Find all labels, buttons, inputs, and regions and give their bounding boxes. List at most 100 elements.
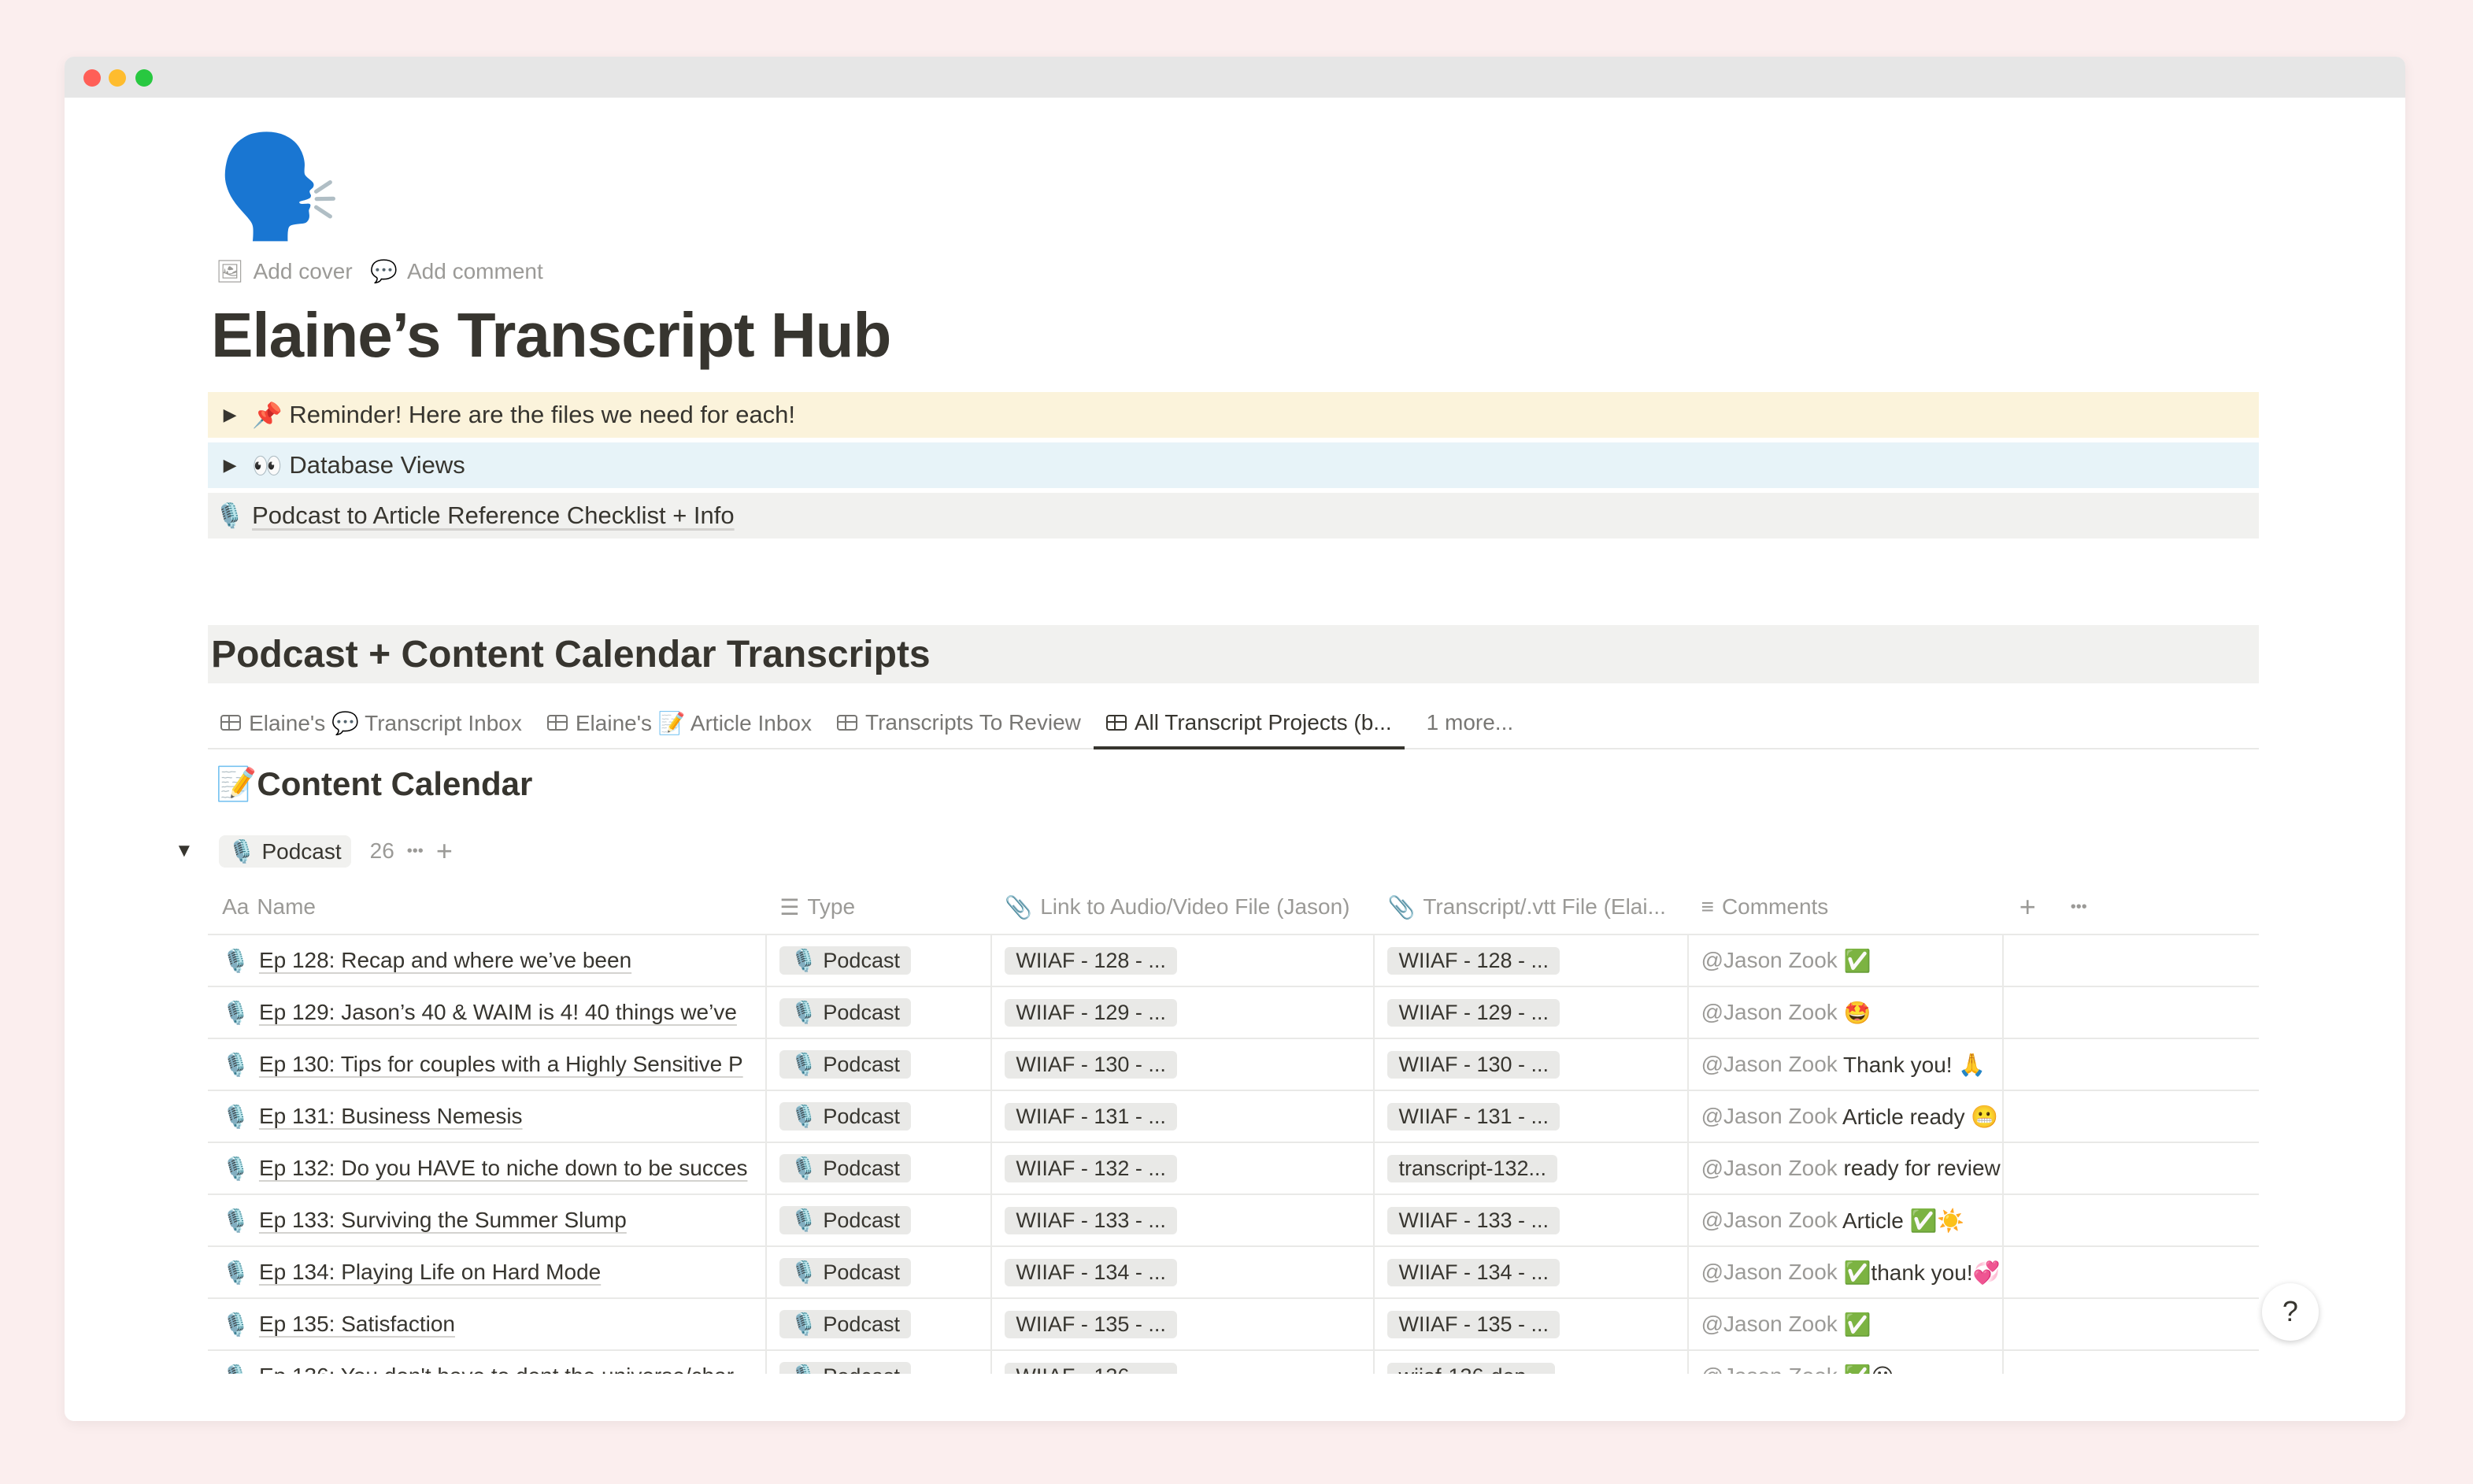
type-cell[interactable]: 🎙️ Podcast: [767, 1351, 992, 1373]
tab-all-transcript-projects[interactable]: All Transcript Projects (b...: [1094, 698, 1405, 748]
mention[interactable]: @Jason Zook: [1701, 1312, 1838, 1337]
file-chip[interactable]: WIIAF - 129 - ...: [1005, 999, 1177, 1027]
type-cell[interactable]: 🎙️ Podcast: [767, 987, 992, 1038]
tab-article-inbox[interactable]: Elaine's 📝 Article Inbox: [535, 698, 824, 748]
file-chip[interactable]: WIIAF - 136 - ...: [1005, 1363, 1177, 1374]
name-cell[interactable]: 🎙️Ep 131: Business Nemesis: [208, 1091, 767, 1142]
mention[interactable]: @Jason Zook: [1701, 1000, 1838, 1025]
row-name[interactable]: Ep 131: Business Nemesis: [259, 1104, 523, 1129]
file-chip[interactable]: WIIAF - 133 - ...: [1005, 1207, 1177, 1234]
audio-link-cell[interactable]: WIIAF - 130 - ...: [992, 1039, 1375, 1090]
file-chip[interactable]: WIIAF - 128 - ...: [1005, 947, 1177, 975]
file-chip[interactable]: WIIAF - 131 - ...: [1005, 1103, 1177, 1131]
row-name[interactable]: Ep 129: Jason’s 40 & WAIM is 4! 40 thing…: [259, 1000, 737, 1025]
group-label[interactable]: 🎙️ Podcast: [219, 835, 351, 868]
mention[interactable]: @Jason Zook: [1701, 1260, 1838, 1285]
file-chip[interactable]: WIIAF - 128 - ...: [1387, 947, 1560, 975]
type-cell[interactable]: 🎙️ Podcast: [767, 1299, 992, 1349]
toggle-triangle-icon[interactable]: ▶: [208, 405, 252, 425]
comments-cell[interactable]: @Jason Zook ready for review: [1689, 1143, 2004, 1193]
row-name[interactable]: Ep 130: Tips for couples with a Highly S…: [259, 1052, 743, 1077]
row-name[interactable]: Ep 132: Do you HAVE to niche down to be …: [259, 1156, 748, 1181]
add-comment-button[interactable]: 💬Add comment: [370, 258, 543, 284]
add-cover-button[interactable]: 🖼Add cover: [216, 258, 353, 284]
transcript-file-cell[interactable]: WIIAF - 131 - ...: [1375, 1091, 1688, 1142]
table-row[interactable]: 🎙️Ep 129: Jason’s 40 & WAIM is 4! 40 thi…: [208, 987, 2259, 1039]
mention[interactable]: @Jason Zook: [1701, 948, 1838, 973]
add-column-button[interactable]: +: [2019, 890, 2036, 923]
toggle-triangle-icon[interactable]: ▶: [208, 455, 252, 476]
column-more-button[interactable]: •••: [2071, 898, 2087, 916]
name-cell[interactable]: 🎙️Ep 136: You don't have to dent the uni…: [208, 1351, 767, 1373]
minimize-window-button[interactable]: [109, 69, 126, 87]
table-row[interactable]: 🎙️Ep 133: Surviving the Summer Slump 🎙️ …: [208, 1195, 2259, 1247]
mention[interactable]: @Jason Zook: [1701, 1156, 1838, 1181]
transcript-file-cell[interactable]: WIIAF - 135 - ...: [1375, 1299, 1688, 1349]
audio-link-cell[interactable]: WIIAF - 134 - ...: [992, 1247, 1375, 1297]
type-cell[interactable]: 🎙️ Podcast: [767, 1039, 992, 1090]
row-name[interactable]: Ep 135: Satisfaction: [259, 1312, 455, 1337]
audio-link-cell[interactable]: WIIAF - 133 - ...: [992, 1195, 1375, 1245]
table-row[interactable]: 🎙️Ep 132: Do you HAVE to niche down to b…: [208, 1143, 2259, 1195]
comments-cell[interactable]: @Jason Zook ✅thank you!💞: [1689, 1247, 2004, 1297]
file-chip[interactable]: WIIAF - 131 - ...: [1387, 1103, 1560, 1131]
mention[interactable]: @Jason Zook: [1701, 1208, 1838, 1233]
group-more-button[interactable]: •••: [407, 842, 424, 860]
row-name[interactable]: Ep 134: Playing Life on Hard Mode: [259, 1260, 601, 1285]
file-chip[interactable]: WIIAF - 130 - ...: [1387, 1051, 1560, 1079]
comments-cell[interactable]: @Jason Zook Article ✅☀️: [1689, 1195, 2004, 1245]
audio-link-cell[interactable]: WIIAF - 129 - ...: [992, 987, 1375, 1038]
tab-more[interactable]: 1 more...: [1414, 698, 1526, 748]
mention[interactable]: @Jason Zook: [1701, 1104, 1838, 1129]
comments-cell[interactable]: @Jason Zook ✅: [1689, 1299, 2004, 1349]
page-link-text[interactable]: Podcast to Article Reference Checklist +…: [252, 501, 735, 530]
table-row[interactable]: 🎙️Ep 130: Tips for couples with a Highly…: [208, 1039, 2259, 1091]
maximize-window-button[interactable]: [135, 69, 153, 87]
group-add-button[interactable]: +: [436, 835, 453, 868]
page-icon[interactable]: 🗣️: [216, 132, 341, 242]
type-cell[interactable]: 🎙️ Podcast: [767, 1143, 992, 1193]
type-cell[interactable]: 🎙️ Podcast: [767, 1091, 992, 1142]
table-row[interactable]: 🎙️Ep 136: You don't have to dent the uni…: [208, 1351, 2259, 1373]
transcript-file-cell[interactable]: WIIAF - 129 - ...: [1375, 987, 1688, 1038]
type-cell[interactable]: 🎙️ Podcast: [767, 935, 992, 986]
column-header-comments[interactable]: ≡Comments: [1689, 880, 2004, 934]
transcript-file-cell[interactable]: WIIAF - 128 - ...: [1375, 935, 1688, 986]
file-chip[interactable]: WIIAF - 134 - ...: [1387, 1259, 1560, 1286]
tab-transcript-inbox[interactable]: Elaine's 💬 Transcript Inbox: [208, 698, 535, 748]
column-header-transcript-file[interactable]: 📎Transcript/.vtt File (Elai...: [1375, 880, 1688, 934]
audio-link-cell[interactable]: WIIAF - 136 - ...: [992, 1351, 1375, 1373]
callout-database-views[interactable]: ▶ 👀 Database Views: [208, 442, 2259, 488]
database-title[interactable]: 📝Content Calendar: [216, 765, 532, 804]
type-cell[interactable]: 🎙️ Podcast: [767, 1195, 992, 1245]
file-chip[interactable]: wiiaf-136-dep...: [1387, 1363, 1555, 1374]
file-chip[interactable]: WIIAF - 132 - ...: [1005, 1155, 1177, 1182]
file-chip[interactable]: WIIAF - 135 - ...: [1005, 1311, 1177, 1338]
callout-reminder[interactable]: ▶ 📌 Reminder! Here are the files we need…: [208, 392, 2259, 438]
audio-link-cell[interactable]: WIIAF - 128 - ...: [992, 935, 1375, 986]
transcript-file-cell[interactable]: WIIAF - 134 - ...: [1375, 1247, 1688, 1297]
row-name[interactable]: Ep 133: Surviving the Summer Slump: [259, 1208, 627, 1233]
table-row[interactable]: 🎙️Ep 131: Business Nemesis 🎙️ Podcast WI…: [208, 1091, 2259, 1143]
comments-cell[interactable]: @Jason Zook Thank you! 🙏: [1689, 1039, 2004, 1090]
transcript-file-cell[interactable]: WIIAF - 133 - ...: [1375, 1195, 1688, 1245]
name-cell[interactable]: 🎙️Ep 130: Tips for couples with a Highly…: [208, 1039, 767, 1090]
audio-link-cell[interactable]: WIIAF - 131 - ...: [992, 1091, 1375, 1142]
mention[interactable]: @Jason Zook: [1701, 1052, 1838, 1077]
file-chip[interactable]: WIIAF - 134 - ...: [1005, 1259, 1177, 1286]
transcript-file-cell[interactable]: transcript-132...: [1375, 1143, 1688, 1193]
file-chip[interactable]: WIIAF - 129 - ...: [1387, 999, 1560, 1027]
name-cell[interactable]: 🎙️Ep 132: Do you HAVE to niche down to b…: [208, 1143, 767, 1193]
row-name[interactable]: Ep 128: Recap and where we’ve been: [259, 948, 631, 973]
name-cell[interactable]: 🎙️Ep 135: Satisfaction: [208, 1299, 767, 1349]
help-button[interactable]: ?: [2262, 1283, 2319, 1340]
name-cell[interactable]: 🎙️Ep 129: Jason’s 40 & WAIM is 4! 40 thi…: [208, 987, 767, 1038]
group-toggle-icon[interactable]: ▼: [175, 840, 194, 862]
file-chip[interactable]: WIIAF - 130 - ...: [1005, 1051, 1177, 1079]
column-header-name[interactable]: AaName: [208, 880, 767, 934]
audio-link-cell[interactable]: WIIAF - 135 - ...: [992, 1299, 1375, 1349]
transcript-file-cell[interactable]: WIIAF - 130 - ...: [1375, 1039, 1688, 1090]
comments-cell[interactable]: @Jason Zook Article ready 😬: [1689, 1091, 2004, 1142]
type-cell[interactable]: 🎙️ Podcast: [767, 1247, 992, 1297]
comments-cell[interactable]: @Jason Zook ✅: [1689, 935, 2004, 986]
